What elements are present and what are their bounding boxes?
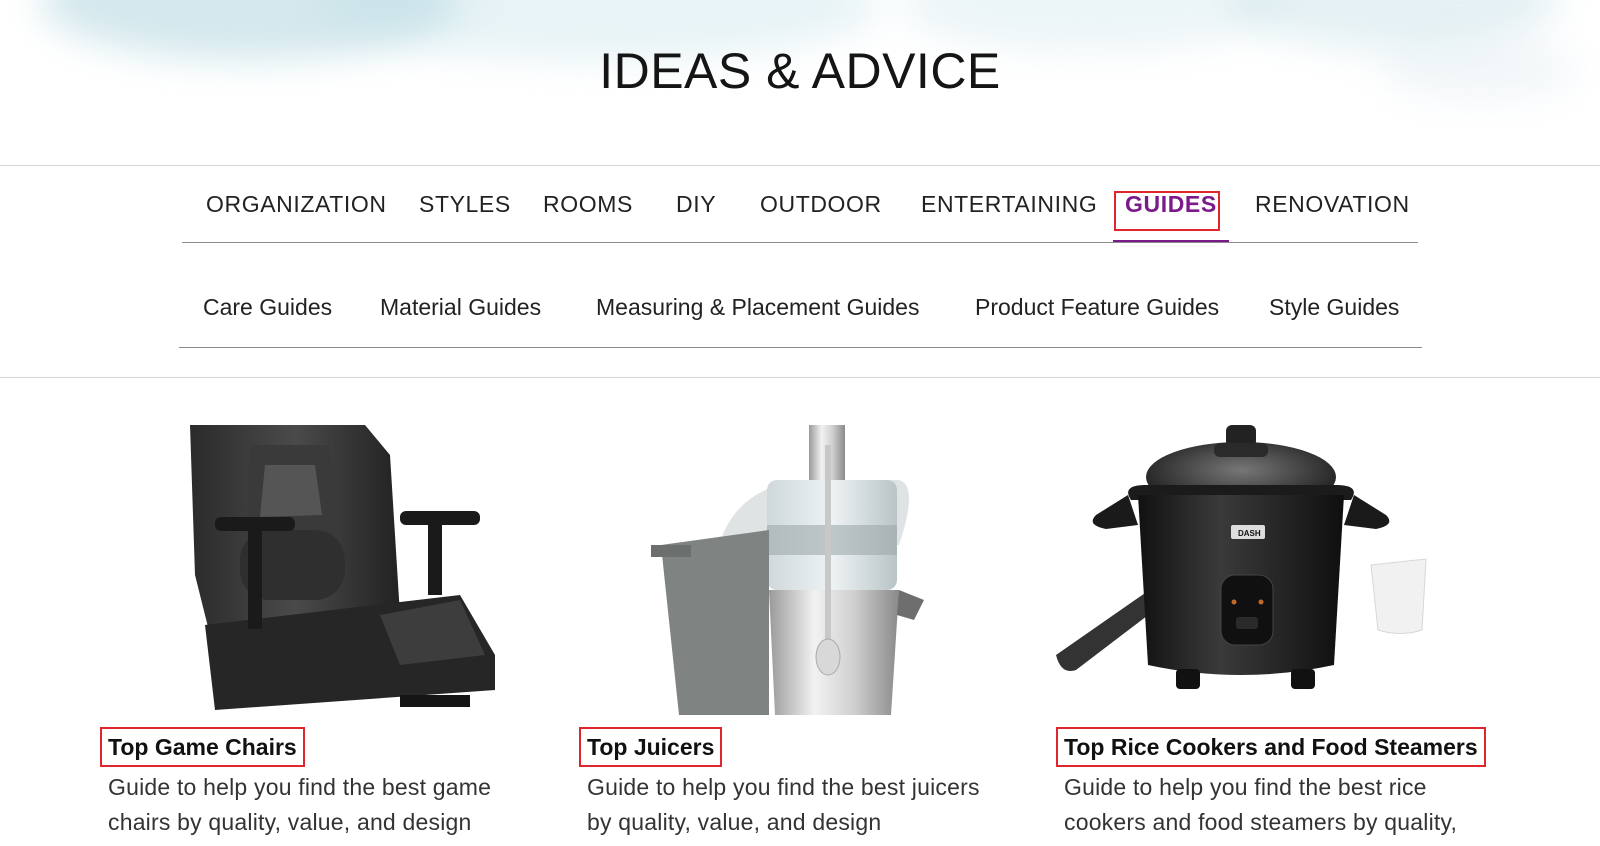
secondary-nav: Care Guides Material Guides Measuring & … (179, 276, 1422, 348)
divider (0, 377, 1600, 378)
brand-label: DASH (1238, 529, 1261, 538)
juicer-icon (651, 425, 924, 715)
nav-item-guides[interactable]: GUIDES (1113, 166, 1229, 243)
nav-item-organization[interactable]: ORGANIZATION (206, 166, 387, 242)
card-title[interactable]: Top Rice Cookers and Food Steamers (1056, 727, 1486, 767)
subnav-measuring-placement-guides[interactable]: Measuring & Placement Guides (596, 276, 919, 338)
guide-card-juicers[interactable]: Top Juicers Guide to help you find the b… (579, 425, 999, 846)
subnav-style-guides[interactable]: Style Guides (1269, 276, 1399, 338)
nav-item-styles[interactable]: STYLES (419, 166, 511, 242)
gaming-chair-icon (190, 425, 495, 710)
card-description: Guide to help you find the best rice coo… (1064, 774, 1458, 835)
subnav-material-guides[interactable]: Material Guides (380, 276, 541, 338)
card-title[interactable]: Top Game Chairs (100, 727, 305, 767)
subnav-product-feature-guides[interactable]: Product Feature Guides (975, 276, 1219, 338)
nav-item-rooms[interactable]: ROOMS (543, 166, 633, 242)
nav-item-outdoor[interactable]: OUTDOOR (760, 166, 882, 242)
subnav-underline (179, 347, 1422, 348)
nav-underline (182, 242, 1418, 243)
hero-banner: IDEAS & ADVICE (0, 0, 1600, 165)
page-title: IDEAS & ADVICE (599, 43, 1001, 99)
nav-item-diy[interactable]: DIY (676, 166, 716, 242)
guide-card-game-chairs[interactable]: Top Game Chairs Guide to help you find t… (100, 425, 520, 846)
subnav-care-guides[interactable]: Care Guides (203, 276, 332, 338)
rice-cooker-icon: DASH (1056, 425, 1427, 689)
guide-card-rice-cookers[interactable]: DASH Top Rice Cookers and Food Steamers … (1056, 425, 1516, 846)
primary-nav: ORGANIZATION STYLES ROOMS DIY OUTDOOR EN… (182, 166, 1418, 243)
card-description: Guide to help you find the best game cha… (108, 774, 492, 835)
nav-item-renovation[interactable]: RENOVATION (1255, 166, 1410, 242)
card-title[interactable]: Top Juicers (579, 727, 723, 767)
card-description: Guide to help you find the best juicers … (587, 774, 980, 835)
nav-item-entertaining[interactable]: ENTERTAINING (921, 166, 1097, 242)
